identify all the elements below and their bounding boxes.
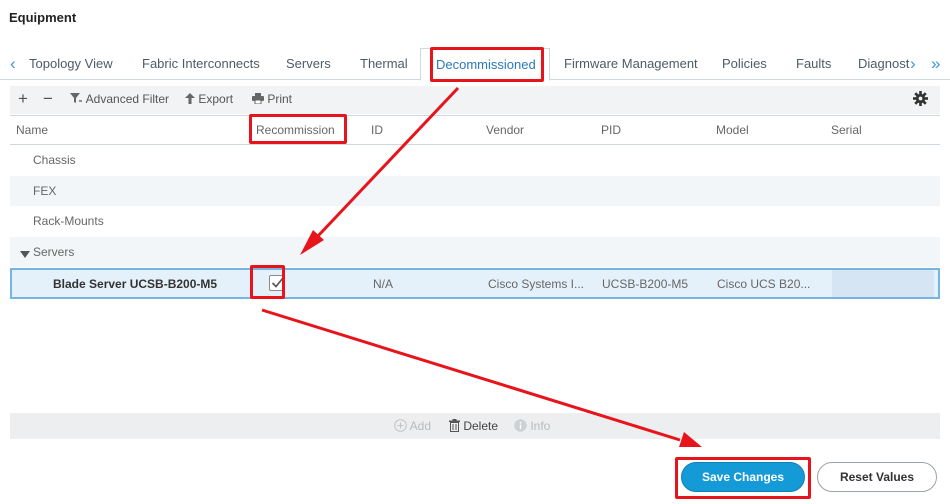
remove-icon[interactable]: − xyxy=(43,89,53,109)
delete-label: Delete xyxy=(463,419,499,433)
add-icon[interactable]: + xyxy=(18,89,28,109)
row-label: Chassis xyxy=(33,153,76,167)
column-pid[interactable]: PID xyxy=(601,123,621,137)
server-id: N/A xyxy=(373,277,394,291)
server-pid: UCSB-B200-M5 xyxy=(602,277,689,291)
export-label: Export xyxy=(198,92,234,106)
tab-fabric-interconnects[interactable]: Fabric Interconnects xyxy=(142,56,260,71)
table-row-blade-server[interactable]: Blade Server UCSB-B200-M5 N/A Cisco Syst… xyxy=(10,268,940,299)
column-recommission[interactable]: Recommission xyxy=(256,123,335,137)
table-header: Name Recommission ID Vendor PID Model Se… xyxy=(10,115,940,145)
row-label: FEX xyxy=(33,184,57,198)
chevron-right-icon[interactable]: › xyxy=(910,54,916,74)
column-serial[interactable]: Serial xyxy=(831,123,862,137)
column-name[interactable]: Name xyxy=(16,123,48,137)
recommission-checkbox[interactable] xyxy=(269,275,285,291)
checkmark-icon xyxy=(271,277,284,288)
gear-icon[interactable] xyxy=(913,91,928,111)
add-circle-icon xyxy=(394,419,407,432)
tab-thermal[interactable]: Thermal xyxy=(360,56,408,71)
export-button[interactable]: Export xyxy=(185,92,233,106)
add-row-label: Add xyxy=(409,419,432,433)
advanced-filter-button[interactable]: Advanced Filter xyxy=(70,92,169,106)
add-row-button[interactable]: Add xyxy=(394,419,431,433)
server-vendor: Cisco Systems I... xyxy=(488,277,585,291)
server-serial xyxy=(832,270,934,297)
advanced-filter-label: Advanced Filter xyxy=(85,92,170,106)
server-name: Blade Server UCSB-B200-M5 xyxy=(53,277,218,291)
tab-policies[interactable]: Policies xyxy=(722,56,767,71)
server-model: Cisco UCS B20... xyxy=(717,277,811,291)
filter-icon xyxy=(70,93,82,103)
column-model[interactable]: Model xyxy=(716,123,749,137)
page-title: Equipment xyxy=(9,10,77,25)
delete-button[interactable]: Delete xyxy=(449,419,498,433)
column-id[interactable]: ID xyxy=(371,123,383,137)
caret-down-icon[interactable] xyxy=(20,251,30,258)
trash-icon xyxy=(449,419,460,432)
tab-decommissioned[interactable]: Decommissioned xyxy=(420,48,550,81)
print-label: Print xyxy=(267,92,293,106)
export-icon xyxy=(185,93,195,104)
print-button[interactable]: Print xyxy=(252,92,292,106)
tab-firmware-management[interactable]: Firmware Management xyxy=(564,56,698,71)
chevron-left-icon[interactable]: ‹ xyxy=(10,54,16,74)
printer-icon xyxy=(252,93,264,105)
table-row-chassis[interactable]: Chassis xyxy=(10,145,940,175)
save-changes-button[interactable]: Save Changes xyxy=(681,462,805,492)
tab-servers[interactable]: Servers xyxy=(286,56,331,71)
table-row-servers[interactable]: Servers xyxy=(10,237,940,267)
reset-values-button[interactable]: Reset Values xyxy=(817,462,937,492)
row-label: Rack-Mounts xyxy=(33,214,104,228)
tab-diagnostics[interactable]: Diagnost xyxy=(858,56,909,71)
table-row-fex[interactable]: FEX xyxy=(10,176,940,206)
column-vendor[interactable]: Vendor xyxy=(486,123,524,137)
info-icon xyxy=(514,419,527,432)
row-label: Servers xyxy=(33,245,75,259)
tab-topology-view[interactable]: Topology View xyxy=(29,56,113,71)
tab-faults[interactable]: Faults xyxy=(796,56,831,71)
info-label: Info xyxy=(530,419,551,433)
double-chevron-right-icon[interactable]: » xyxy=(931,54,940,74)
table-toolbar: + − Advanced Filter Export Print xyxy=(10,86,940,114)
table-row-rack-mounts[interactable]: Rack-Mounts xyxy=(10,206,940,236)
tab-bar: ‹ Topology View Fabric Interconnects Ser… xyxy=(0,48,950,81)
info-button[interactable]: Info xyxy=(514,419,550,433)
row-actions-bar: Add Delete Info xyxy=(10,413,940,439)
